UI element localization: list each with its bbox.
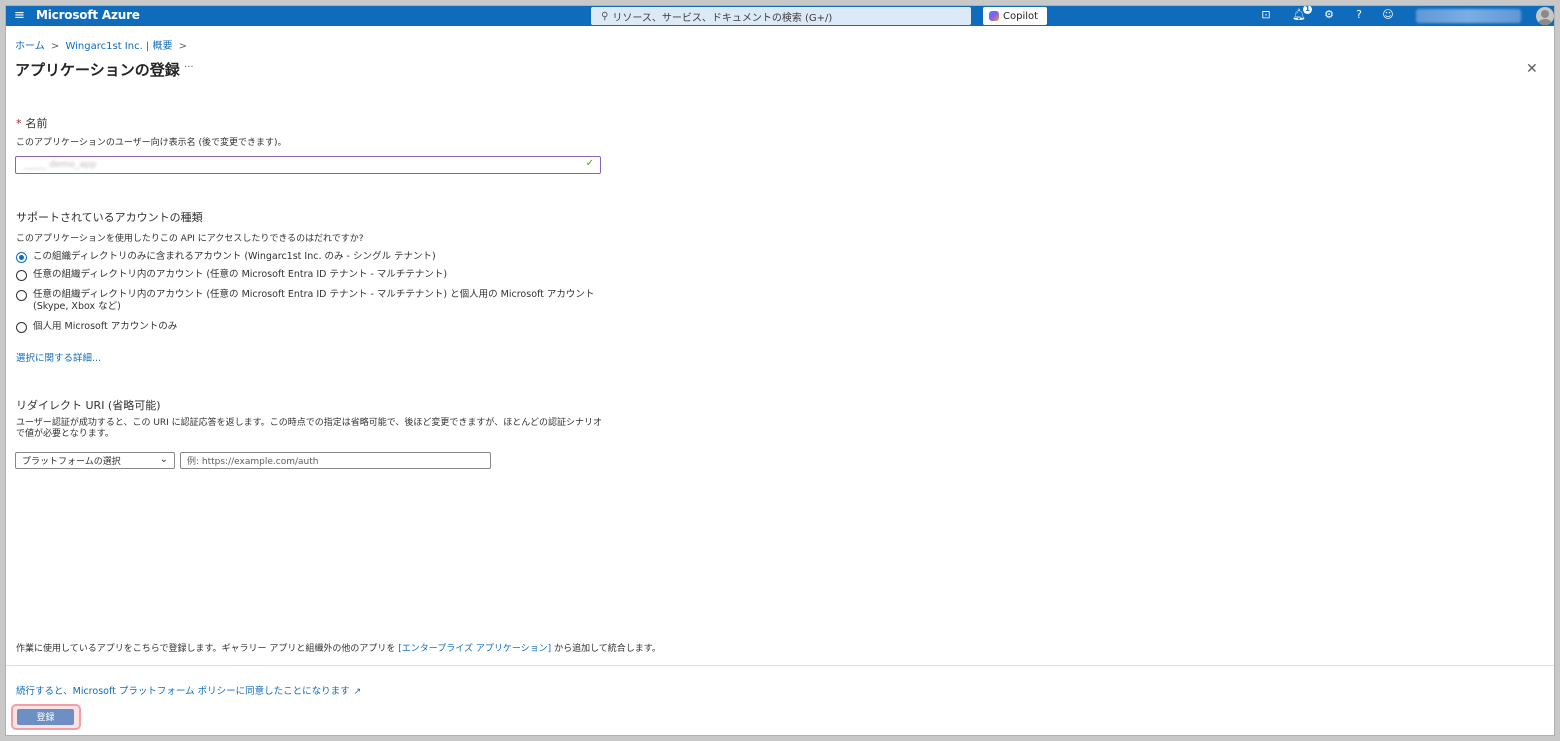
footer-note-text-end: から追加して統合します。	[551, 644, 661, 654]
platform-policy-link-text: 続行すると、Microsoft プラットフォーム ポリシーに同意したことになりま…	[16, 686, 350, 697]
account-types-heading: サポートされているアカウントの種類	[16, 211, 203, 224]
checkmark-icon: ✓	[585, 158, 594, 169]
radio-button-checked[interactable]	[16, 252, 27, 263]
enterprise-apps-link[interactable]: [エンタープライズ アプリケーション]	[398, 644, 551, 654]
name-description: このアプリケーションのユーザー向け表示名 (後で変更できます)。	[16, 138, 287, 148]
radio-button[interactable]	[16, 322, 27, 333]
radio-button[interactable]	[16, 270, 27, 281]
more-options-icon[interactable]: ···	[184, 62, 194, 73]
search-placeholder: リソース、サービス、ドキュメントの検索 (G+/)	[612, 12, 833, 24]
breadcrumb-tenant[interactable]: Wingarc1st Inc. | 概要	[65, 41, 172, 52]
register-button[interactable]: 登録	[17, 709, 74, 725]
account-option-label: この組織ディレクトリのみに含まれるアカウント (Wingarc1st Inc. …	[33, 251, 436, 262]
account-types-question: このアプリケーションを使用したりこの API にアクセスしたりできるのはだれです…	[16, 234, 364, 244]
redirect-uri-input[interactable]: 例: https://example.com/auth	[180, 452, 491, 469]
account-option-single-tenant[interactable]: この組織ディレクトリのみに含まれるアカウント (Wingarc1st Inc. …	[16, 251, 613, 263]
copilot-label: Copilot	[1003, 10, 1039, 22]
platform-policy-link[interactable]: 続行すると、Microsoft プラットフォーム ポリシーに同意したことになりま…	[16, 683, 361, 697]
top-bar: ≡ Microsoft Azure ⚲ リソース、サービス、ドキュメントの検索 …	[6, 6, 1554, 26]
breadcrumb-home[interactable]: ホーム	[15, 41, 45, 52]
app-name-value: _____ demo_app	[24, 160, 97, 170]
breadcrumb-separator: >	[50, 41, 60, 52]
settings-icon[interactable]: ⚙	[1321, 8, 1337, 21]
name-label: * 名前	[16, 115, 48, 131]
search-icon: ⚲	[601, 10, 609, 22]
account-option-multi-tenant-personal[interactable]: 任意の組織ディレクトリ内のアカウント (任意の Microsoft Entra …	[16, 289, 613, 313]
avatar[interactable]	[1536, 7, 1554, 25]
close-icon[interactable]: ✕	[1526, 61, 1538, 77]
footer-note-text: 作業に使用しているアプリをこちらで登録します。ギャラリー アプリと組織外の他のア…	[16, 644, 399, 654]
name-label-text: 名前	[25, 117, 48, 130]
account-option-multi-tenant[interactable]: 任意の組織ディレクトリ内のアカウント (任意の Microsoft Entra …	[16, 269, 613, 281]
selection-details-link[interactable]: 選択に関する詳細...	[16, 350, 101, 364]
required-mark: *	[16, 117, 22, 130]
footer-divider	[6, 665, 1554, 666]
account-info[interactable]	[1416, 9, 1521, 23]
cloud-shell-icon[interactable]: ⊡	[1258, 8, 1274, 21]
menu-icon[interactable]: ≡	[14, 8, 25, 23]
breadcrumb-separator: >	[178, 41, 188, 52]
redirect-uri-placeholder: 例: https://example.com/auth	[187, 457, 319, 467]
platform-select-value: プラットフォームの選択	[22, 457, 121, 467]
breadcrumb: ホーム > Wingarc1st Inc. | 概要 >	[15, 37, 190, 52]
radio-button[interactable]	[16, 290, 27, 301]
brand-title[interactable]: Microsoft Azure	[36, 8, 140, 22]
account-option-personal-only[interactable]: 個人用 Microsoft アカウントのみ	[16, 321, 613, 333]
page-title: アプリケーションの登録	[15, 61, 180, 79]
account-option-label: 任意の組織ディレクトリ内のアカウント (任意の Microsoft Entra …	[33, 289, 595, 312]
copilot-button[interactable]: Copilot	[983, 7, 1047, 25]
portal-window: ≡ Microsoft Azure ⚲ リソース、サービス、ドキュメントの検索 …	[5, 5, 1555, 736]
help-icon[interactable]: ?	[1351, 8, 1367, 21]
external-link-icon: ↗	[353, 687, 362, 697]
notification-count-badge: 1	[1303, 6, 1312, 14]
app-name-input[interactable]: _____ demo_app ✓	[15, 156, 601, 174]
account-option-label: 個人用 Microsoft アカウントのみ	[33, 321, 178, 332]
redirect-uri-heading: リダイレクト URI (省略可能)	[16, 399, 161, 412]
global-search-input[interactable]: ⚲ リソース、サービス、ドキュメントの検索 (G+/)	[591, 7, 971, 25]
chevron-down-icon: ⌄	[159, 454, 168, 465]
copilot-icon	[989, 11, 999, 21]
platform-select[interactable]: プラットフォームの選択 ⌄	[15, 452, 175, 469]
account-option-label: 任意の組織ディレクトリ内のアカウント (任意の Microsoft Entra …	[33, 269, 448, 280]
footer-note: 作業に使用しているアプリをこちらで登録します。ギャラリー アプリと組織外の他のア…	[16, 641, 661, 654]
feedback-icon[interactable]: ☺	[1380, 8, 1396, 21]
redirect-uri-description: ユーザー認証が成功すると、この URI に認証応答を返します。この時点での指定は…	[16, 418, 602, 439]
